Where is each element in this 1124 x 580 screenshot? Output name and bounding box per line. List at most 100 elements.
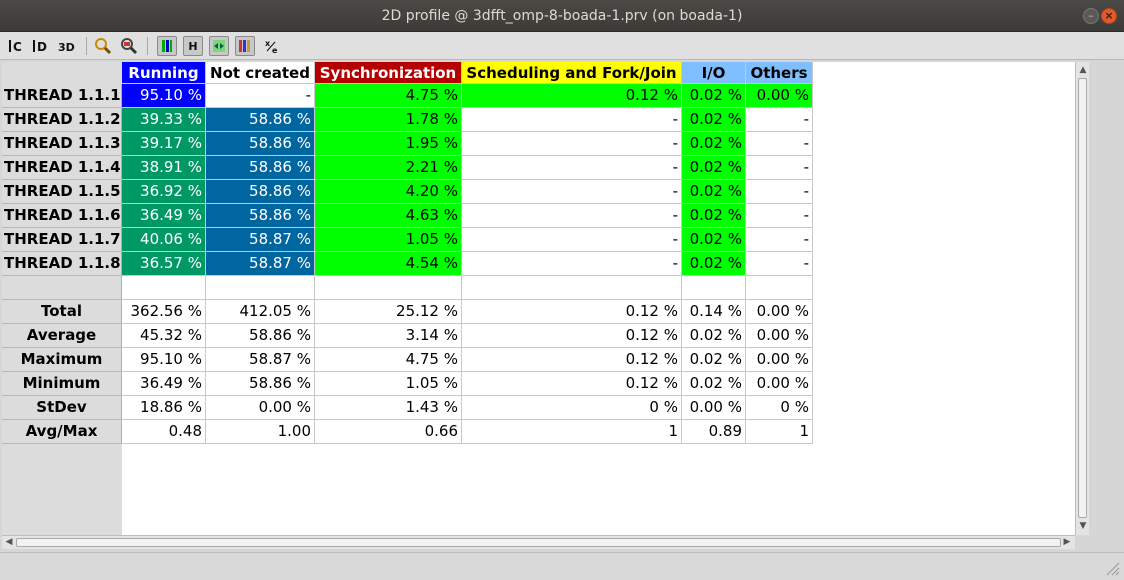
table-cell[interactable]: 1.78 %: [315, 108, 462, 132]
table-cell[interactable]: 58.86 %: [206, 204, 315, 228]
table-cell[interactable]: -: [462, 228, 682, 252]
table-cell[interactable]: 95.10 %: [122, 84, 206, 108]
table-cell[interactable]: -: [206, 84, 315, 108]
data-icon[interactable]: D: [30, 36, 50, 56]
table-cell[interactable]: 0.02 %: [682, 108, 746, 132]
column-header[interactable]: Scheduling and Fork/Join: [462, 62, 682, 84]
scroll-right-icon[interactable]: ▶: [1060, 536, 1074, 548]
table-cell[interactable]: 36.57 %: [122, 252, 206, 276]
table-cell[interactable]: -: [746, 156, 813, 180]
table-cell[interactable]: 0.00 %: [746, 84, 813, 108]
spacer-row-header: [2, 276, 122, 300]
table-cell[interactable]: -: [462, 180, 682, 204]
stat-cell: 0.02 %: [682, 324, 746, 348]
table-cell[interactable]: 58.86 %: [206, 132, 315, 156]
table-cell[interactable]: 0.02 %: [682, 156, 746, 180]
table-cell[interactable]: 0.12 %: [462, 84, 682, 108]
table-cell[interactable]: 0.02 %: [682, 204, 746, 228]
svg-text:e: e: [272, 46, 278, 55]
table-cell[interactable]: 0.02 %: [682, 180, 746, 204]
row-header-thread[interactable]: THREAD 1.1.4: [2, 156, 122, 180]
spacer-cell: [315, 276, 462, 300]
table-cell[interactable]: 0.02 %: [682, 132, 746, 156]
zoom-icon[interactable]: [93, 36, 113, 56]
row-header-thread[interactable]: THREAD 1.1.3: [2, 132, 122, 156]
row-header-thread[interactable]: THREAD 1.1.6: [2, 204, 122, 228]
window-title: 2D profile @ 3dfft_omp-8-boada-1.prv (on…: [381, 8, 743, 24]
table-cell[interactable]: -: [746, 180, 813, 204]
minimize-button[interactable]: –: [1083, 8, 1099, 24]
table-cell[interactable]: -: [746, 108, 813, 132]
row-header-thread[interactable]: THREAD 1.1.8: [2, 252, 122, 276]
column-header[interactable]: Synchronization: [315, 62, 462, 84]
column-header[interactable]: I/O: [682, 62, 746, 84]
table-cell[interactable]: 58.87 %: [206, 252, 315, 276]
column-header[interactable]: Others: [746, 62, 813, 84]
table-cell[interactable]: 4.75 %: [315, 84, 462, 108]
table-cell[interactable]: 40.06 %: [122, 228, 206, 252]
table-cell[interactable]: 4.63 %: [315, 204, 462, 228]
table-cell[interactable]: -: [746, 132, 813, 156]
table-cell[interactable]: 39.17 %: [122, 132, 206, 156]
table-cell[interactable]: 58.86 %: [206, 156, 315, 180]
code-color-icon[interactable]: C: [6, 36, 26, 56]
table-cell[interactable]: 58.87 %: [206, 228, 315, 252]
column-header[interactable]: Not created: [206, 62, 315, 84]
table-cell[interactable]: 0.02 %: [682, 84, 746, 108]
table-cell[interactable]: 0.02 %: [682, 252, 746, 276]
scroll-left-icon[interactable]: ◀: [2, 536, 16, 548]
stat-cell: 0.12 %: [462, 300, 682, 324]
stat-cell: 0.02 %: [682, 372, 746, 396]
table-cell[interactable]: 58.86 %: [206, 108, 315, 132]
table-cell[interactable]: 36.92 %: [122, 180, 206, 204]
horizontal-scrollbar[interactable]: ◀ ▶: [2, 535, 1075, 549]
horizontal-icon[interactable]: H: [183, 36, 203, 56]
row-header-thread[interactable]: THREAD 1.1.1: [2, 84, 122, 108]
spacer-cell: [746, 276, 813, 300]
close-button[interactable]: ×: [1101, 8, 1117, 24]
table-cell[interactable]: -: [462, 132, 682, 156]
table-cell[interactable]: 2.21 %: [315, 156, 462, 180]
table-cell[interactable]: -: [746, 228, 813, 252]
table-cell[interactable]: 38.91 %: [122, 156, 206, 180]
vertical-scrollbar[interactable]: ▲ ▼: [1075, 62, 1089, 535]
row-header-thread[interactable]: THREAD 1.1.2: [2, 108, 122, 132]
table-cell[interactable]: 1.05 %: [315, 228, 462, 252]
table-cell[interactable]: -: [746, 204, 813, 228]
table-cell[interactable]: -: [746, 252, 813, 276]
column-header[interactable]: Running: [122, 62, 206, 84]
table-cell[interactable]: 4.20 %: [315, 180, 462, 204]
table-cell[interactable]: 58.86 %: [206, 180, 315, 204]
table-cell[interactable]: -: [462, 204, 682, 228]
title-bar[interactable]: 2D profile @ 3dfft_omp-8-boada-1.prv (on…: [0, 0, 1124, 32]
hide-empty-icon[interactable]: [209, 36, 229, 56]
table-cell[interactable]: -: [462, 252, 682, 276]
stat-cell: 4.75 %: [315, 348, 462, 372]
table-cell[interactable]: 36.49 %: [122, 204, 206, 228]
scroll-up-icon[interactable]: ▲: [1076, 64, 1090, 76]
stat-cell: 412.05 %: [206, 300, 315, 324]
table-cell[interactable]: -: [462, 156, 682, 180]
row-header-thread[interactable]: THREAD 1.1.7: [2, 228, 122, 252]
stat-cell: 58.87 %: [206, 348, 315, 372]
svg-text:C: C: [13, 40, 22, 54]
table-cell[interactable]: 1.95 %: [315, 132, 462, 156]
fraction-icon[interactable]: xe: [262, 36, 282, 56]
scroll-down-icon[interactable]: ▼: [1076, 520, 1090, 532]
vertical-scroll-thumb[interactable]: [1078, 78, 1087, 518]
table-cell[interactable]: -: [462, 108, 682, 132]
color-mode-icon[interactable]: [157, 36, 177, 56]
stat-cell: 0.00 %: [746, 324, 813, 348]
sort-columns-icon[interactable]: [235, 36, 255, 56]
3d-icon[interactable]: 3D: [56, 36, 80, 56]
resize-grip-icon[interactable]: [1104, 560, 1120, 576]
stat-cell: 0.00 %: [746, 372, 813, 396]
profile-table-area[interactable]: Running Not created Synchronization Schedul…: [2, 62, 1075, 535]
table-cell[interactable]: 4.54 %: [315, 252, 462, 276]
table-cell[interactable]: 0.02 %: [682, 228, 746, 252]
horizontal-scroll-thumb[interactable]: [16, 538, 1061, 547]
spacer-cell: [206, 276, 315, 300]
open-control-icon[interactable]: [119, 36, 139, 56]
table-cell[interactable]: 39.33 %: [122, 108, 206, 132]
row-header-thread[interactable]: THREAD 1.1.5: [2, 180, 122, 204]
